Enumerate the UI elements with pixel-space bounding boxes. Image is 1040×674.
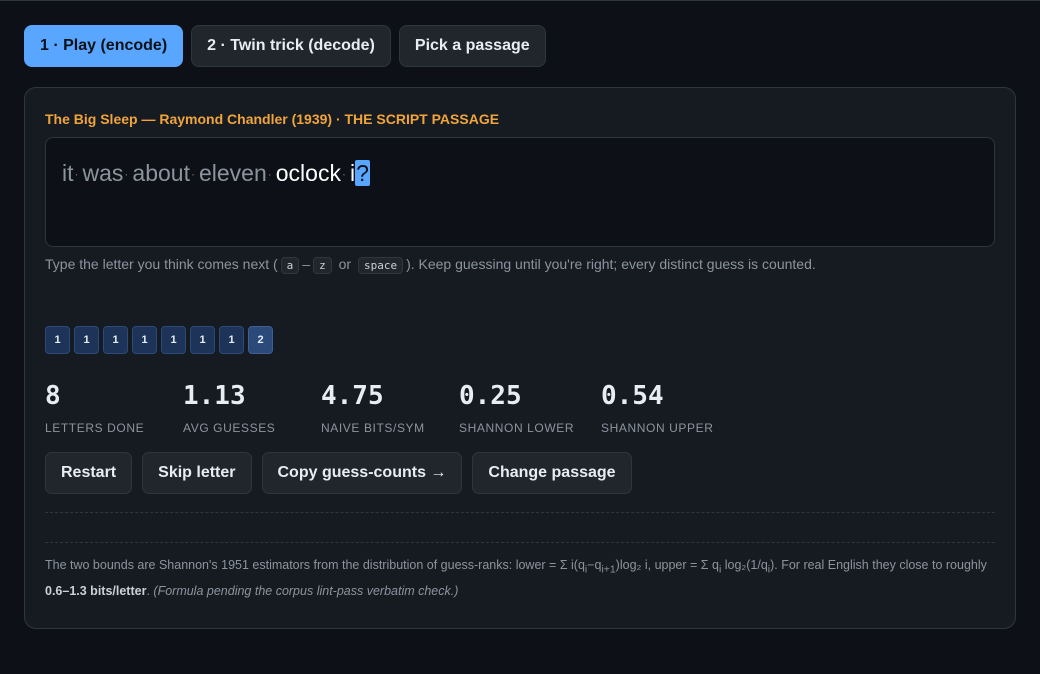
current-word: oclock — [275, 160, 341, 186]
stat-label: LETTERS DONE — [45, 421, 145, 435]
stat-label: AVG GUESSES — [183, 421, 276, 435]
done-word: was — [82, 160, 124, 186]
mode-tabs: 1 · Play (encode) 2 · Twin trick (decode… — [24, 25, 546, 67]
shannon-note: The two bounds are Shannon's 1951 estima… — [45, 555, 1000, 602]
action-buttons: Restart Skip letter Copy guess-counts → … — [45, 452, 632, 494]
stat-naive-bits: 4.75 NAIVE BITS/SYM — [321, 381, 425, 435]
stat-avg-guesses: 1.13 AVG GUESSES — [183, 381, 275, 435]
stat-label: SHANNON UPPER — [601, 421, 714, 435]
stat-value: 8 — [45, 381, 61, 411]
game-panel: The Big Sleep — Raymond Chandler (1939) … — [24, 87, 1016, 629]
guess-count-list: 1 1 1 1 1 1 1 2 — [45, 326, 273, 354]
divider — [45, 542, 995, 543]
instructions: Type the letter you think comes next (a –… — [45, 256, 816, 274]
note-text: The two bounds are Shannon's 1951 estima… — [45, 558, 585, 572]
note-text: ). For real English they close to roughl… — [770, 558, 987, 572]
divider — [45, 512, 995, 513]
stat-label: NAIVE BITS/SYM — [321, 421, 425, 435]
space-marker: · — [267, 167, 272, 181]
stat-value: 4.75 — [321, 381, 384, 411]
copy-guess-counts-button[interactable]: Copy guess-counts → — [261, 452, 463, 494]
space-marker: · — [190, 167, 195, 181]
hint-or: or — [338, 256, 352, 272]
key-a: a — [280, 257, 300, 274]
done-word: about — [132, 160, 190, 186]
done-word: eleven — [198, 160, 267, 186]
tab-play-encode[interactable]: 1 · Play (encode) — [24, 25, 184, 67]
done-word: it — [62, 160, 74, 186]
space-marker: · — [74, 167, 79, 181]
stat-letters-done: 8 LETTERS DONE — [45, 381, 144, 435]
key-z: z — [313, 257, 332, 274]
stat-shannon-upper: 0.54 SHANNON UPPER — [601, 381, 713, 435]
stat-value: 0.25 — [459, 381, 522, 411]
tab-twin-trick-decode[interactable]: 2 · Twin trick (decode) — [191, 25, 391, 67]
passage-display[interactable]: it· was· about· eleven· oclock· i? — [45, 137, 995, 247]
restart-button[interactable]: Restart — [45, 452, 133, 494]
guess-count-chip: 1 — [132, 326, 157, 354]
guess-count-chip: 1 — [45, 326, 70, 354]
hint-dash: – — [302, 256, 311, 272]
hint-text: Type the letter you think comes next ( — [45, 256, 278, 272]
note-text: −q — [587, 558, 602, 572]
stat-shannon-lower: 0.25 SHANNON LOWER — [459, 381, 574, 435]
note-text: )log₂ i, upper = Σ q — [615, 558, 719, 572]
guess-count-chip: 1 — [190, 326, 215, 354]
note-sub: i+1 — [601, 564, 616, 576]
change-passage-button[interactable]: Change passage — [472, 452, 632, 494]
space-marker: · — [124, 167, 129, 181]
guess-count-chip: 1 — [161, 326, 186, 354]
stat-label: SHANNON LOWER — [459, 421, 575, 435]
guess-count-chip: 1 — [103, 326, 128, 354]
tab-pick-passage[interactable]: Pick a passage — [398, 25, 546, 67]
window-top-border — [0, 0, 1040, 1]
key-space: space — [357, 257, 404, 274]
guess-count-chip: 1 — [219, 326, 244, 354]
passage-source: The Big Sleep — Raymond Chandler (1939) … — [45, 111, 500, 127]
stat-value: 1.13 — [183, 381, 246, 411]
hint-text: ). Keep guessing until you're right; eve… — [406, 256, 816, 272]
note-text: log₂(1/q — [721, 558, 768, 572]
stat-value: 0.54 — [601, 381, 664, 411]
space-marker: · — [341, 167, 346, 181]
english-range: 0.6–1.3 bits/letter — [45, 583, 147, 598]
guess-count-chip: 1 — [74, 326, 99, 354]
skip-letter-button[interactable]: Skip letter — [142, 452, 252, 494]
guess-count-chip: 2 — [248, 326, 273, 354]
next-letter-cursor: ? — [355, 160, 370, 186]
pending-note: (Formula pending the corpus lint-pass ve… — [153, 583, 459, 598]
